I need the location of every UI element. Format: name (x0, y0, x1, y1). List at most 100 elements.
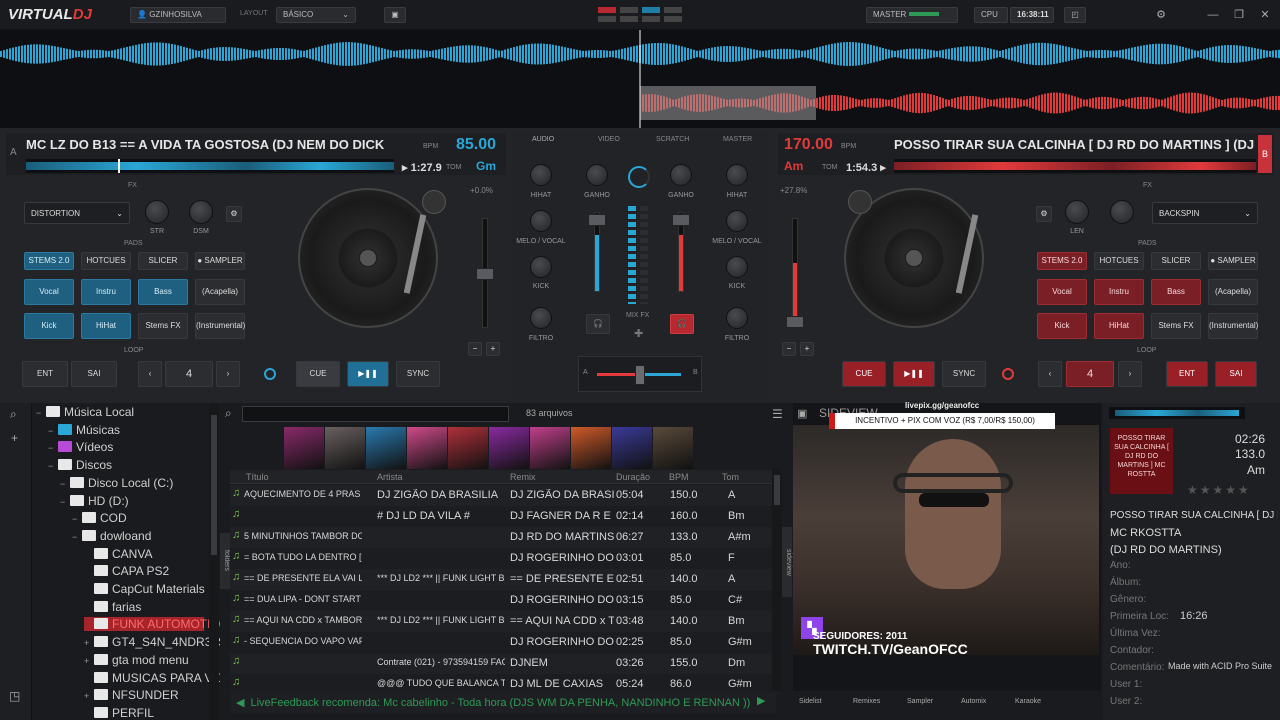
deck-a-cue-button[interactable]: CUE (296, 361, 340, 387)
table-row[interactable]: ♫5 MINUTINHOS TAMBOR DO CO... DJ RD DO MA… (230, 527, 782, 548)
col-remix[interactable]: Remix (510, 472, 536, 482)
tree-expander-icon[interactable]: − (72, 532, 82, 542)
search-icon[interactable]: ⌕ (10, 407, 17, 422)
mixer-tab-master[interactable]: MASTER (723, 136, 752, 143)
deck-a-fx-select[interactable]: DISTORTION ⌄ (24, 202, 130, 224)
deck-b-progress[interactable] (894, 159, 1256, 173)
deck-a-pitch-plus[interactable]: + (486, 342, 500, 356)
deck-a-pitch-minus[interactable]: − (468, 342, 482, 356)
deck-a-pad-mode-stems[interactable]: STEMS 2.0 (24, 252, 74, 270)
mixer-tab-video[interactable]: VIDEO (598, 136, 620, 143)
mixer-b-melo-knob[interactable] (726, 210, 748, 232)
sideview-tab[interactable]: Karaoke (1015, 698, 1041, 705)
deck-b-pad-mode-sampler[interactable]: ● SAMPLER (1208, 252, 1258, 270)
list-scrollbar[interactable] (772, 469, 782, 691)
search-input[interactable] (242, 406, 509, 422)
tree-item[interactable]: CANVA (84, 547, 152, 561)
tree-item[interactable]: farias (84, 600, 141, 614)
mixer-crossfx-knob[interactable] (628, 166, 650, 188)
deck-b-pad-bass[interactable]: Bass (1151, 279, 1201, 305)
table-row[interactable]: ♫AQUECIMENTO DE 4 PRAS MENI... DJ ZIGÃO D… (230, 485, 782, 506)
info-rating[interactable]: ★★★★★ (1187, 483, 1251, 497)
deck-a-fx-knob-str[interactable] (145, 200, 169, 224)
deck-b-pitch-plus[interactable]: + (800, 342, 814, 356)
deck-b-fx-settings-icon[interactable]: ⚙ (1036, 206, 1052, 222)
deck-a-loop-roll-icon[interactable] (264, 368, 276, 380)
deck-a-pad-instrumental[interactable]: (Instrumental) (195, 313, 245, 339)
mixer-a-melo-knob[interactable] (530, 210, 552, 232)
mixer-a-hihat-knob[interactable] (530, 164, 552, 186)
tree-scrollbar[interactable] (209, 403, 219, 720)
deck-a-pad-stemsfx[interactable]: Stems FX (138, 313, 188, 339)
minimize-icon[interactable]: — (1206, 8, 1220, 22)
deck-a-pad-bass[interactable]: Bass (138, 279, 188, 305)
tree-expander-icon[interactable]: + (84, 638, 94, 648)
deck-a-loop-size[interactable]: 4 (165, 361, 213, 387)
tree-item[interactable]: − dowloand (72, 529, 151, 543)
tree-item[interactable]: − HD (D:) (60, 494, 129, 508)
sideview-tab[interactable]: Remixes (853, 698, 880, 705)
tree-expander-icon[interactable]: + (84, 656, 94, 666)
mixfx-icon[interactable]: ✚ (634, 327, 646, 340)
info-field-value[interactable]: Made with ACID Pro Suite (1168, 661, 1272, 671)
tree-item[interactable]: MUSICAS PARA VIDEO (84, 671, 220, 685)
sideview-side-tab[interactable]: sideview (782, 527, 792, 597)
deck-a-pad-vocal[interactable]: Vocal (24, 279, 74, 305)
deck-b-pad-acapella[interactable]: (Acapella) (1208, 279, 1258, 305)
mixer-b-gain-knob[interactable] (670, 164, 692, 186)
tree-item[interactable]: CAPA PS2 (84, 564, 169, 578)
tree-item[interactable]: FUNK AUTOMOTIVO (84, 617, 220, 632)
mixer-b-kick-knob[interactable] (726, 256, 748, 278)
tree-item[interactable]: − Músicas (48, 423, 120, 437)
gear-icon[interactable]: ⚙ (1154, 8, 1168, 22)
col-title[interactable]: Título (246, 472, 269, 482)
tree-item[interactable]: CapCut Materials (84, 582, 205, 596)
deck-a-loop-out-button[interactable]: SAI (71, 361, 117, 387)
restore-icon[interactable]: ❐ (1232, 8, 1246, 22)
tree-item[interactable]: − Discos (48, 458, 112, 472)
deck-b-cue-button[interactable]: CUE (842, 361, 886, 387)
deck-a-pad-mode-hotcues[interactable]: HOTCUES (81, 252, 131, 270)
deck-a-play-button[interactable]: ▶❚❚ (347, 361, 389, 387)
table-row[interactable]: ♫ @@@ TUDO QUE BALANCA TOC... DJ ML DE CAX… (230, 674, 782, 695)
tree-item[interactable]: − COD (72, 511, 127, 525)
deck-b-pitch-minus[interactable]: − (782, 342, 796, 356)
mixer-a-gain-knob[interactable] (586, 164, 608, 186)
livefeedback-next-icon[interactable]: ▶ (757, 694, 765, 707)
cover-thumbnail[interactable] (530, 427, 570, 469)
deck-b-pad-mode-stems[interactable]: STEMS 2.0 (1037, 252, 1087, 270)
mixer-tab-audio[interactable]: AUDIO (532, 136, 554, 143)
deck-b-fx-knob-len[interactable] (1065, 200, 1089, 224)
tree-expander-icon[interactable]: − (48, 461, 58, 471)
deck-b-loop-double-button[interactable]: › (1118, 361, 1142, 387)
deck-b-play-button[interactable]: ▶❚❚ (893, 361, 935, 387)
deck-a-pad-hihat[interactable]: HiHat (81, 313, 131, 339)
deck-layout-switch[interactable] (598, 7, 688, 23)
tree-expander-icon[interactable]: − (48, 426, 58, 436)
deck-b-pad-mode-slicer[interactable]: SLICER (1151, 252, 1201, 270)
deck-b-pad-hihat[interactable]: HiHat (1094, 313, 1144, 339)
mixer-b-hihat-knob[interactable] (726, 164, 748, 186)
cover-thumbnail[interactable] (653, 427, 693, 469)
livefeedback-bar[interactable]: ◀ LiveFeedback recomenda: Mc cabelinho - … (230, 693, 776, 713)
list-options-icon[interactable]: ☰ (772, 407, 783, 421)
col-bpm[interactable]: BPM (669, 472, 689, 482)
table-row[interactable]: ♫ # DJ LD DA VILA # DJ FAGNER DA R E DJ LD… (230, 506, 782, 527)
deck-b-pitch-fader[interactable] (786, 316, 804, 328)
tree-item[interactable]: − Vídeos (48, 440, 113, 454)
deck-b-fx-select[interactable]: BACKSPIN ⌄ (1152, 202, 1258, 224)
deck-a-pad-mode-sampler[interactable]: ● SAMPLER (195, 252, 245, 270)
record-icon[interactable]: ◰ (1064, 7, 1086, 23)
tree-item[interactable]: + NFSUNDER (84, 688, 179, 702)
deck-a-pad-instru[interactable]: Instru (81, 279, 131, 305)
mixer-a-volume-fader[interactable] (588, 214, 606, 226)
table-row[interactable]: ♫== DE PRESENTE ELA VAI LEVA... *** DJ LD… (230, 569, 782, 590)
deck-a-loop-double-button[interactable]: › (216, 361, 240, 387)
deck-a-pad-mode-slicer[interactable]: SLICER (138, 252, 188, 270)
mixer-a-filter-knob[interactable] (530, 307, 552, 329)
deck-b-pad-kick[interactable]: Kick (1037, 313, 1087, 339)
cover-thumbnail[interactable] (448, 427, 488, 469)
deck-a-fx-knob-dsm[interactable] (189, 200, 213, 224)
deck-b-pad-instru[interactable]: Instru (1094, 279, 1144, 305)
cover-thumbnail[interactable] (284, 427, 324, 469)
